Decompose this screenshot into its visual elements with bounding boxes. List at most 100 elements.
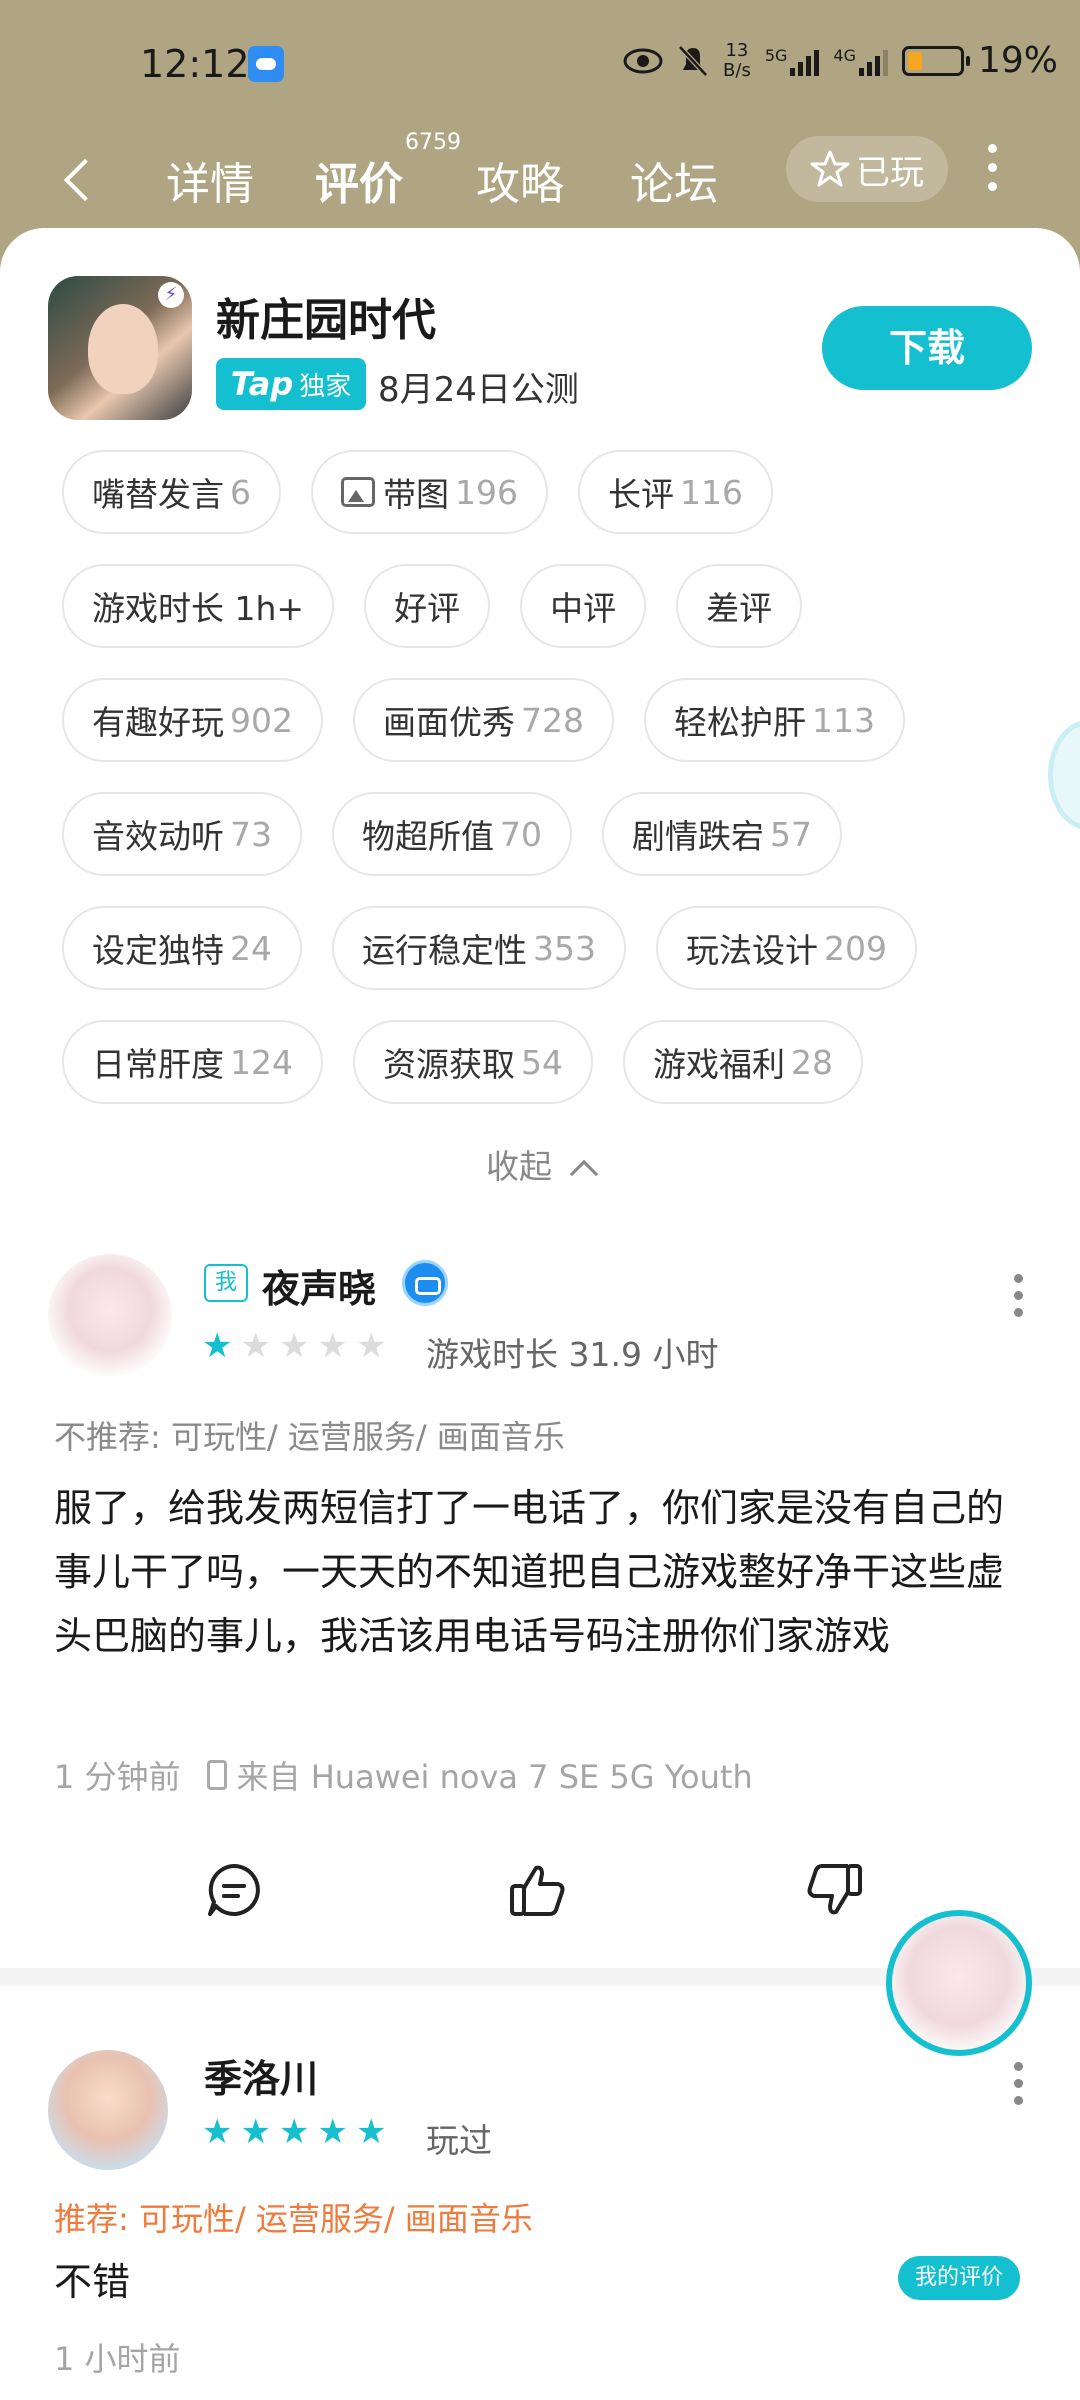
- review-text[interactable]: 不错: [54, 2250, 1034, 2314]
- review-actions: [0, 1860, 1080, 1930]
- filter-chip[interactable]: 长评 116: [578, 450, 773, 534]
- filter-chip-label: 长评: [608, 475, 674, 514]
- filter-chip-label: 设定独特: [92, 931, 224, 970]
- filter-chip[interactable]: 资源获取 54: [353, 1020, 593, 1104]
- filter-chip[interactable]: 差评: [676, 564, 803, 648]
- review-more-icon[interactable]: [1014, 1274, 1024, 1325]
- release-date: 8月24日公测: [378, 370, 579, 410]
- review-verdict: 推荐: 可玩性/ 运营服务/ 画面音乐: [54, 2200, 533, 2238]
- signal-4g: 4G: [833, 46, 888, 76]
- filter-chip-count: 113: [812, 700, 875, 740]
- dislike-button[interactable]: [804, 1860, 864, 1920]
- filter-chip-label: 中评: [550, 589, 617, 628]
- review-device: 来自 Huawei nova 7 SE 5G Youth: [236, 1758, 753, 1796]
- review-card: 季洛川 ★ ★ ★ ★ ★ 玩过 推荐: 可玩性/ 运营服务/ 画面音乐 不错 1 小时…: [0, 2028, 1080, 2400]
- tap-exclusive-badge: Tap 独家: [216, 358, 366, 410]
- played-label: 已玩: [856, 152, 924, 193]
- filter-chip[interactable]: 画面优秀 728: [353, 678, 614, 762]
- filter-chip-label: 画面优秀: [383, 703, 515, 742]
- download-button[interactable]: 下载: [822, 306, 1032, 390]
- filter-chip-count: 24: [230, 928, 272, 968]
- phone-icon: [206, 1760, 227, 1790]
- tap-label: Tap: [230, 365, 294, 403]
- filter-chip-row: 日常肝度 124 资源获取 54 游戏福利 28: [62, 1020, 1042, 1104]
- filter-chip[interactable]: 物超所值 70: [332, 792, 572, 876]
- star-filled-icon: ★: [355, 2112, 387, 2152]
- status-icons: 13 B/s 5G 4G 19%: [623, 40, 1058, 81]
- filter-chip-count: 209: [824, 928, 887, 968]
- filter-chip[interactable]: 游戏时长 1h+: [62, 564, 335, 648]
- comment-button[interactable]: [204, 1860, 264, 1920]
- tab-guides[interactable]: 攻略: [476, 148, 564, 212]
- filter-chip[interactable]: 音效动听 73: [62, 792, 302, 876]
- filter-chip[interactable]: 剧情跌宕 57: [602, 792, 842, 876]
- star-filled-icon: ★: [317, 2112, 348, 2152]
- chevron-up-icon: [569, 1159, 599, 1189]
- filter-chip-count: 57: [770, 814, 812, 854]
- my-review-label[interactable]: 我的评价: [898, 2256, 1020, 2300]
- filter-chip-label: 带图: [383, 475, 449, 514]
- tab-details[interactable]: 详情: [166, 148, 254, 212]
- filter-chip[interactable]: 设定独特 24: [62, 906, 302, 990]
- star-empty-icon: ★: [240, 1326, 271, 1366]
- username[interactable]: 夜声晓: [262, 1258, 376, 1313]
- filter-chip-row: 音效动听 73 物超所值 70 剧情跌宕 57: [62, 792, 1042, 876]
- thumbs-down-icon: [807, 1864, 862, 1915]
- my-review-button[interactable]: [886, 1910, 1032, 2056]
- filter-chip-row: 嘴替发言 6 带图 196 长评 116: [62, 450, 1042, 534]
- filter-chip[interactable]: 游戏福利 28: [623, 1020, 863, 1104]
- thumbs-up-icon: [510, 1865, 565, 1916]
- avatar[interactable]: [48, 2050, 168, 2170]
- played-button[interactable]: 已玩: [786, 136, 948, 202]
- rating-stars: ★ ★ ★ ★ ★: [202, 2112, 386, 2152]
- filter-chip[interactable]: 嘴替发言 6: [62, 450, 281, 534]
- review-time: 1 分钟前: [54, 1758, 181, 1796]
- filter-chip[interactable]: 玩法设计 209: [656, 906, 917, 990]
- net-speed: 13 B/s: [723, 39, 751, 81]
- filter-chip-label: 资源获取: [383, 1045, 515, 1084]
- eye-icon: [623, 48, 663, 73]
- status-bar: 12:12 13 B/s 5G 4G 19%: [0, 0, 1080, 130]
- filter-chip[interactable]: 轻松护肝 113: [644, 678, 905, 762]
- collapse-button[interactable]: 收起: [0, 1140, 1080, 1189]
- app-icon: ⚡: [48, 276, 192, 420]
- more-options-icon[interactable]: [985, 144, 999, 194]
- rating-stars: ★ ★ ★ ★ ★: [202, 1326, 386, 1366]
- filter-chip-label: 轻松护肝: [674, 703, 806, 742]
- app-title: 新庄园时代: [216, 295, 436, 346]
- clock: 12:12: [140, 42, 250, 86]
- review-card: 我 夜声晓 ★ ★ ★ ★ ★ 游戏时长 31.9 小时 不推荐: 可玩性/ 运营服务/…: [0, 1234, 1080, 1954]
- filter-chip-count: 116: [680, 472, 743, 512]
- avatar[interactable]: [48, 1254, 172, 1378]
- filter-chip-label: 嘴替发言: [92, 475, 224, 514]
- filter-chip-count: 728: [521, 700, 584, 740]
- tab-reviews[interactable]: 评价: [315, 148, 403, 212]
- filter-chip-row: 有趣好玩 902 画面优秀 728 轻松护肝 113: [62, 678, 1042, 762]
- filter-chip-label: 好评: [394, 589, 461, 628]
- filter-chip[interactable]: 中评: [520, 564, 647, 648]
- filter-chip[interactable]: 带图 196: [311, 450, 548, 534]
- content-sheet: ⚡ 新庄园时代 Tap 独家 8月24日公测 下载 嘴替发言 6 带图 196 长评 11…: [0, 228, 1080, 2400]
- filter-chip-count: 28: [791, 1042, 833, 1082]
- filter-chips: 嘴替发言 6 带图 196 长评 116 游戏时长 1h+ 好评 中评 差评有趣好玩 902 画面优秀…: [62, 450, 1042, 1134]
- top-nav: 详情 评价 6759 攻略 论坛 已玩: [0, 130, 1080, 230]
- filter-chip-label: 游戏福利: [653, 1045, 785, 1084]
- filter-chip[interactable]: 日常肝度 124: [62, 1020, 323, 1104]
- filter-chip[interactable]: 运行稳定性 353: [332, 906, 626, 990]
- filter-chip-count: 353: [533, 928, 596, 968]
- filter-chip[interactable]: 有趣好玩 902: [62, 678, 323, 762]
- playtime: 玩过: [426, 2121, 492, 2160]
- review-text[interactable]: 服了，给我发两短信打了一电话了，你们家是没有自己的事儿干了吗，一天天的不知道把自…: [54, 1476, 1034, 1668]
- star-filled-icon: ★: [278, 2112, 310, 2152]
- review-time: 1 小时前: [54, 2340, 181, 2378]
- tab-forum[interactable]: 论坛: [630, 148, 718, 212]
- like-button[interactable]: [508, 1860, 568, 1920]
- username[interactable]: 季洛川: [204, 2048, 318, 2103]
- battery-icon: [901, 45, 970, 76]
- review-more-icon[interactable]: [1014, 2062, 1024, 2113]
- filter-chip-label: 剧情跌宕: [632, 817, 764, 856]
- filter-chip[interactable]: 好评: [364, 564, 491, 648]
- back-button[interactable]: [60, 155, 100, 205]
- filter-chip-label: 玩法设计: [686, 931, 818, 970]
- star-filled-icon: ★: [202, 2112, 233, 2152]
